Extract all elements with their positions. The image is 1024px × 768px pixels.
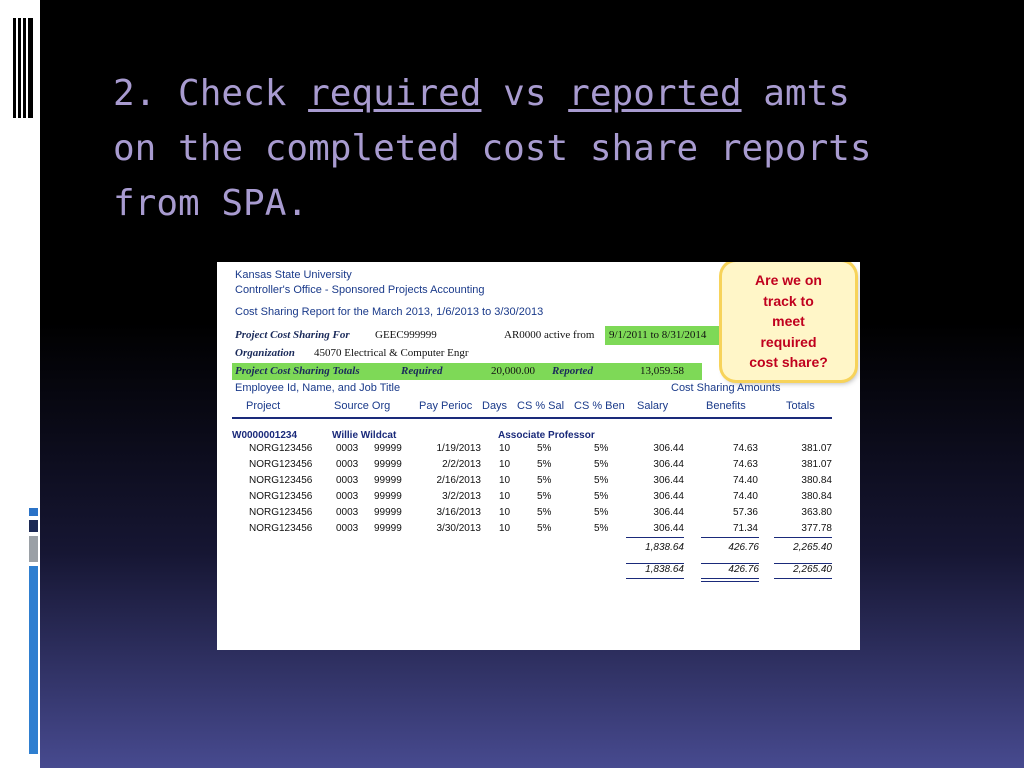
project-code: GEEC999999 (375, 329, 437, 341)
required-label: Required (401, 365, 443, 377)
employee-id: W0000001234 (232, 430, 298, 441)
employee-header: Employee Id, Name, and Job Title (235, 382, 401, 394)
required-value: 20,000.00 (491, 365, 535, 377)
col-totals: Totals (786, 400, 815, 412)
subtotal-rule-salary (626, 537, 684, 538)
report-title: Cost Sharing Report for the March 2013, … (235, 306, 544, 318)
grand-rule-double-benefits (701, 581, 759, 582)
decorative-bars-top (13, 18, 33, 118)
slide-title-line3: from SPA. (113, 183, 309, 224)
employee-name: Willie Wildcat (332, 430, 397, 441)
grand-rule-top-salary (626, 563, 684, 564)
col-cs-ben: CS % Ben (574, 400, 625, 412)
subtotal-salary: 1,838.64 (645, 542, 684, 553)
slide-title: 2. Check required vs reported amts on th… (113, 66, 993, 231)
slide-title-line2: on the completed cost share reports (113, 128, 872, 169)
cost-sharing-amounts-header: Cost Sharing Amounts (671, 382, 781, 394)
slide-title-line1: 2. Check required vs reported amts (113, 73, 850, 114)
decorative-accent-bars (29, 508, 38, 756)
account-status: AR0000 active from (504, 329, 595, 341)
grand-total-totals: 2,265.40 (793, 564, 832, 575)
col-benefits: Benefits (706, 400, 746, 412)
subtotal-benefits: 426.76 (728, 542, 759, 553)
title-reported-word: reported (568, 73, 742, 114)
report-office: Controller's Office - Sponsored Projects… (235, 284, 485, 296)
grand-total-benefits: 426.76 (728, 564, 759, 575)
subtotal-rule-totals (774, 537, 832, 538)
reported-label: Reported (552, 365, 593, 377)
grand-rule-top-totals (774, 563, 832, 564)
col-cs-sal: CS % Sal (517, 400, 565, 412)
title-required-word: required (308, 73, 482, 114)
grand-rule-top-benefits (701, 563, 759, 564)
organization-label: Organization (235, 347, 295, 359)
col-salary: Salary (637, 400, 669, 412)
project-label: Project Cost Sharing For (235, 329, 350, 341)
active-period: 9/1/2011 to 8/31/2014 (609, 329, 707, 341)
col-days: Days (482, 400, 508, 412)
header-rule (232, 417, 832, 419)
grand-total-salary: 1,838.64 (645, 564, 684, 575)
subtotal-totals: 2,265.40 (793, 542, 832, 553)
grand-rule-bottom-benefits (701, 578, 759, 579)
report-university: Kansas State University (235, 269, 352, 281)
reported-value: 13,059.58 (640, 365, 684, 377)
cost-share-report-image: Kansas State University Controller's Off… (217, 262, 860, 650)
subtotal-rule-benefits (701, 537, 759, 538)
col-source-org: Source Org (334, 400, 391, 412)
col-pay-period: Pay Perioc (419, 400, 473, 412)
callout-text: Are we on track to meet required cost sh… (749, 272, 828, 370)
grand-rule-bottom-totals (774, 578, 832, 579)
job-title: Associate Professor (498, 430, 595, 441)
callout-bubble: Are we on track to meet required cost sh… (722, 262, 855, 380)
grand-rule-bottom-salary (626, 578, 684, 579)
col-project: Project (246, 400, 281, 412)
totals-label: Project Cost Sharing Totals (235, 365, 360, 377)
organization-value: 45070 Electrical & Computer Engr (314, 347, 469, 359)
